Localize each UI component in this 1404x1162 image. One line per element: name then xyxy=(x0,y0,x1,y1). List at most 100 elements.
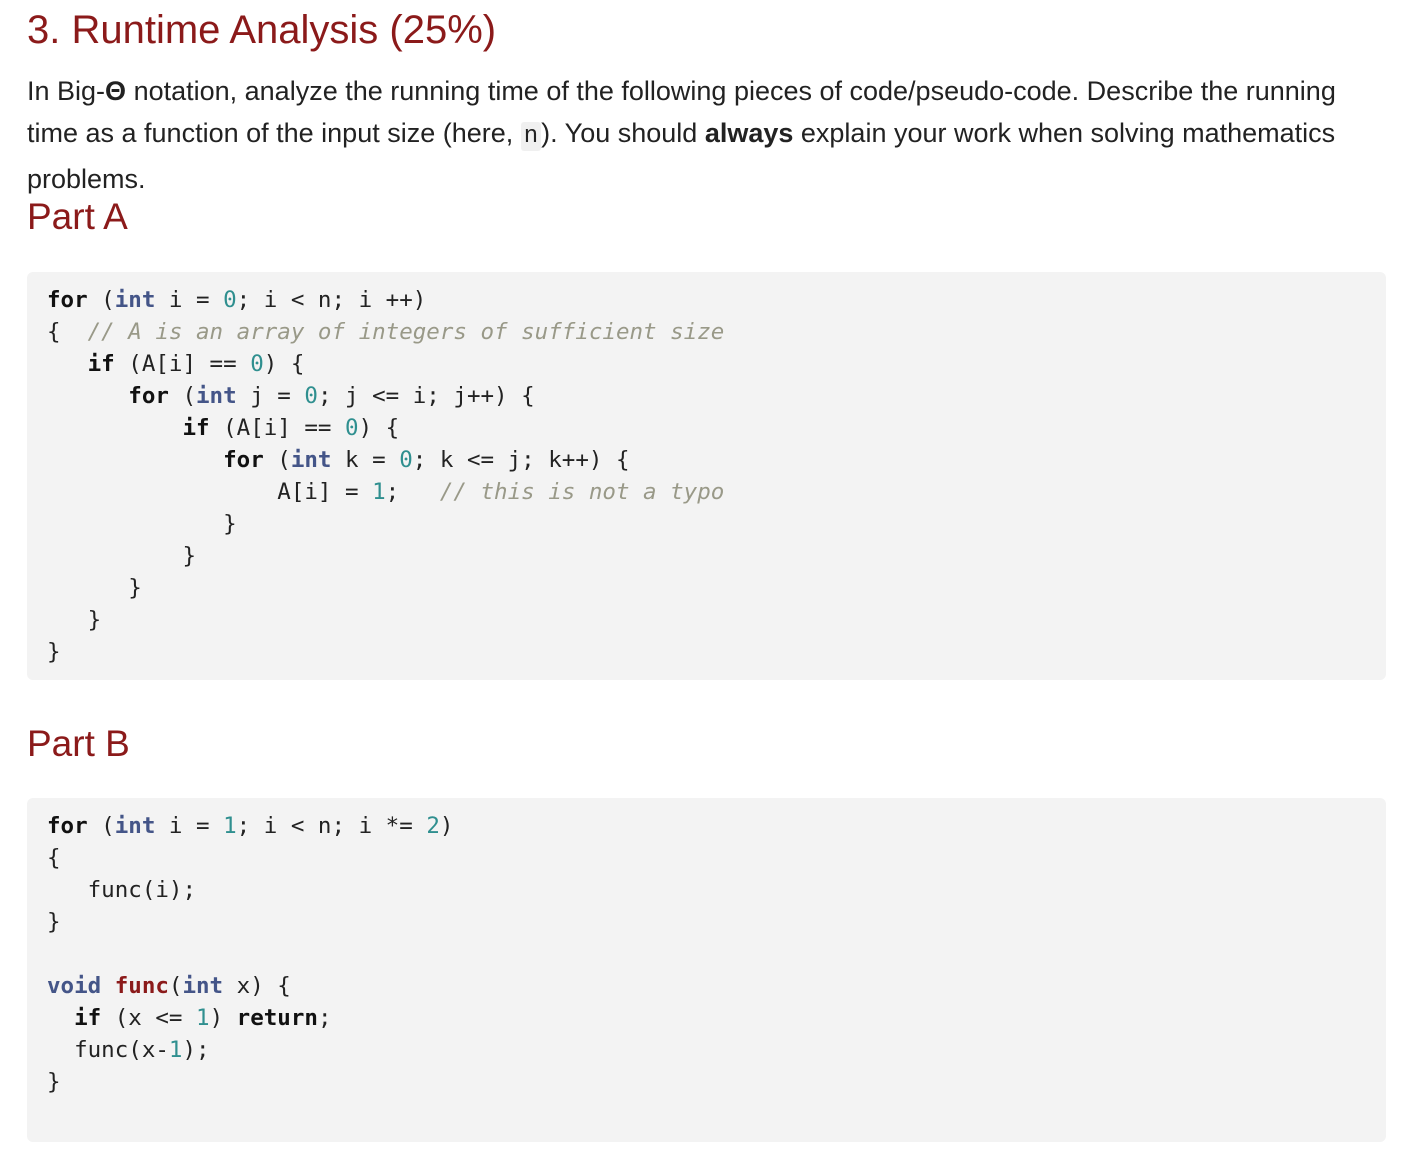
code-text: } xyxy=(47,639,61,665)
code-line: A[i] = 1; // this is not a typo xyxy=(47,476,1386,508)
code-line: if (x <= 1) return; xyxy=(47,1002,1386,1034)
code-text: ); xyxy=(182,1037,210,1063)
code-number: 1 xyxy=(168,1037,183,1063)
code-keyword: for xyxy=(47,287,88,313)
code-type: int xyxy=(290,447,332,473)
code-line: void func(int x) { xyxy=(47,970,1386,1002)
code-text: (A[i] == xyxy=(114,351,251,377)
code-keyword: for xyxy=(47,813,88,839)
code-text: ( xyxy=(168,973,183,999)
code-text: ( xyxy=(263,447,291,473)
intro-text-3: ). You should xyxy=(541,118,705,148)
code-type: int xyxy=(114,813,156,839)
code-text: ( xyxy=(87,813,115,839)
code-line: func(x-1); xyxy=(47,1034,1386,1066)
code-text: ) xyxy=(209,1005,237,1031)
code-number: 0 xyxy=(250,351,264,377)
section-title: 3. Runtime Analysis (25%) xyxy=(27,8,497,52)
code-text: ( xyxy=(168,383,197,409)
code-text: } xyxy=(47,1069,61,1095)
code-comment: // A is an array of integers of sufficie… xyxy=(87,319,725,345)
code-text: x) { xyxy=(223,973,291,999)
code-text: ; i < n; i ++) xyxy=(236,287,427,313)
code-number: 2 xyxy=(426,813,440,839)
code-line: } xyxy=(47,1066,1386,1098)
code-keyword: for xyxy=(223,447,264,473)
code-text: func(i); xyxy=(47,877,197,903)
code-line: } xyxy=(47,604,1386,636)
theta-symbol: Θ xyxy=(105,76,127,106)
code-text: } xyxy=(47,607,102,633)
code-keyword: for xyxy=(128,383,169,409)
code-text: } xyxy=(47,543,197,569)
code-line: { xyxy=(47,842,1386,874)
code-line: for (int i = 1; i < n; i *= 2) xyxy=(47,810,1386,842)
code-line: } xyxy=(47,572,1386,604)
code-text: ; xyxy=(317,1005,332,1031)
input-size-variable: n xyxy=(520,122,542,151)
code-keyword: if xyxy=(182,415,210,441)
code-text: ; xyxy=(385,479,440,505)
code-type: int xyxy=(182,973,224,999)
code-line: for (int i = 0; i < n; i ++) xyxy=(47,284,1386,316)
code-text: } xyxy=(47,511,237,537)
code-line: { // A is an array of integers of suffic… xyxy=(47,316,1386,348)
code-comment: // this is not a typo xyxy=(439,479,725,505)
code-line: } xyxy=(47,540,1386,572)
part-b-title: Part B xyxy=(27,723,130,764)
code-text: } xyxy=(47,909,61,935)
code-text: (A[i] == xyxy=(209,415,346,441)
code-text: { xyxy=(47,319,88,345)
code-text: A[i] = xyxy=(47,479,373,505)
code-keyword: if xyxy=(87,351,115,377)
code-number: 0 xyxy=(399,447,413,473)
code-number: 1 xyxy=(223,813,237,839)
code-text: ( xyxy=(87,287,115,313)
code-text: j = xyxy=(236,383,305,409)
code-line: } xyxy=(47,906,1386,938)
code-text: func(x- xyxy=(47,1037,169,1063)
code-text: ) xyxy=(439,813,454,839)
code-text: (x <= xyxy=(101,1005,197,1031)
code-number: 1 xyxy=(372,479,386,505)
code-type: int xyxy=(196,383,237,409)
code-text: ) { xyxy=(263,351,305,377)
code-function-name: func xyxy=(114,973,169,999)
intro-text-1: In Big- xyxy=(27,76,106,106)
code-text: ; k <= j; k++) { xyxy=(412,447,630,473)
intro-paragraph: In Big-Θ notation, analyze the running t… xyxy=(27,70,1387,200)
code-text: k = xyxy=(331,447,400,473)
code-number: 0 xyxy=(304,383,318,409)
part-b-code-block: for (int i = 1; i < n; i *= 2){ func(i);… xyxy=(27,798,1386,1142)
code-line: } xyxy=(47,636,1386,668)
code-line: for (int k = 0; k <= j; k++) { xyxy=(47,444,1386,476)
part-a-title: Part A xyxy=(27,196,128,237)
code-text: } xyxy=(47,575,142,601)
code-text: ; i < n; i *= xyxy=(236,813,427,839)
code-number: 1 xyxy=(196,1005,210,1031)
code-type: int xyxy=(114,287,156,313)
code-line: if (A[i] == 0) { xyxy=(47,412,1386,444)
code-line: } xyxy=(47,508,1386,540)
code-keyword: if xyxy=(74,1005,102,1031)
code-line: for (int j = 0; j <= i; j++) { xyxy=(47,380,1386,412)
code-keyword: return xyxy=(236,1005,318,1031)
code-text: ; j <= i; j++) { xyxy=(317,383,535,409)
emphasis-always: always xyxy=(704,118,794,148)
part-a-code-block: for (int i = 0; i < n; i ++){ // A is an… xyxy=(27,272,1386,680)
code-type: void xyxy=(47,973,102,999)
code-text: { xyxy=(47,845,61,871)
code-text: i = xyxy=(155,813,224,839)
code-line: if (A[i] == 0) { xyxy=(47,348,1386,380)
code-text: ) { xyxy=(358,415,400,441)
code-number: 0 xyxy=(345,415,359,441)
code-number: 0 xyxy=(223,287,237,313)
code-text: i = xyxy=(155,287,224,313)
